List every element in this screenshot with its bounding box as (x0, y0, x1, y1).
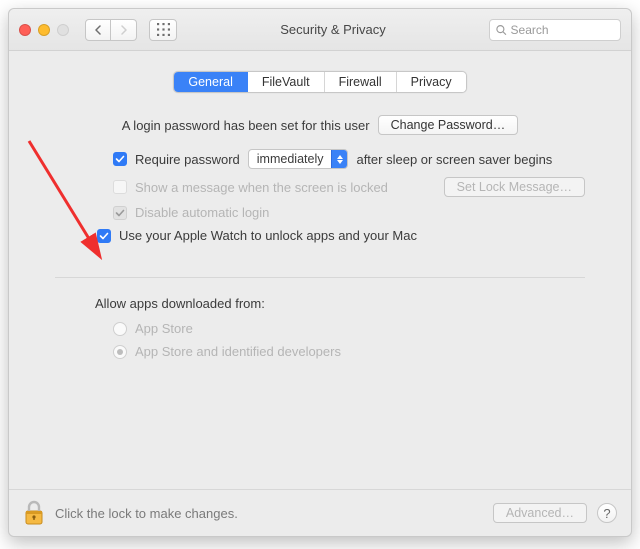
minimize-window-button[interactable] (38, 24, 50, 36)
apple-watch-checkbox[interactable] (97, 229, 111, 243)
apple-watch-label: Use your Apple Watch to unlock apps and … (119, 228, 417, 243)
forward-button (111, 19, 137, 41)
search-input[interactable] (511, 23, 614, 37)
allow-option-identified: App Store and identified developers (113, 344, 585, 359)
login-password-text: A login password has been set for this u… (122, 118, 370, 133)
require-password-delay-select[interactable]: immediately (248, 149, 349, 169)
require-password-label-after: after sleep or screen saver begins (356, 152, 552, 167)
require-password-label-before: Require password (135, 152, 240, 167)
require-password-row: Require password immediately after sleep… (113, 149, 585, 169)
tab-privacy[interactable]: Privacy (397, 72, 466, 92)
nav-buttons (85, 19, 137, 41)
disable-auto-login-checkbox (113, 206, 127, 220)
back-button[interactable] (85, 19, 111, 41)
chevron-right-icon (120, 25, 128, 35)
footer: Click the lock to make changes. Advanced… (9, 489, 631, 536)
help-button[interactable]: ? (597, 503, 617, 523)
change-password-button[interactable]: Change Password… (378, 115, 519, 135)
pane-body: General FileVault Firewall Privacy A log… (9, 51, 631, 489)
disable-auto-login-label: Disable automatic login (135, 205, 269, 220)
login-password-row: A login password has been set for this u… (55, 115, 585, 135)
show-message-row: Show a message when the screen is locked… (113, 177, 585, 197)
tab-general[interactable]: General (174, 72, 247, 92)
titlebar: Security & Privacy (9, 9, 631, 51)
tab-firewall[interactable]: Firewall (325, 72, 397, 92)
general-section: A login password has been set for this u… (55, 115, 585, 359)
allow-apps-title: Allow apps downloaded from: (95, 296, 585, 311)
require-password-checkbox[interactable] (113, 152, 127, 166)
radio-appstore-label: App Store (135, 321, 193, 336)
show-all-prefs-button[interactable] (149, 19, 177, 41)
radio-identified-developers (113, 345, 127, 359)
tab-bar: General FileVault Firewall Privacy (35, 71, 605, 93)
help-label: ? (603, 506, 610, 521)
close-window-button[interactable] (19, 24, 31, 36)
radio-appstore (113, 322, 127, 336)
show-message-label: Show a message when the screen is locked (135, 180, 388, 195)
lock-text: Click the lock to make changes. (55, 506, 238, 521)
preferences-window: Security & Privacy General FileVault Fir… (8, 8, 632, 537)
apple-watch-row: Use your Apple Watch to unlock apps and … (97, 228, 585, 243)
divider (55, 277, 585, 278)
tab-filevault[interactable]: FileVault (248, 72, 325, 92)
lock-icon[interactable] (23, 500, 45, 526)
allow-option-appstore: App Store (113, 321, 585, 336)
set-lock-message-button: Set Lock Message… (444, 177, 585, 197)
check-icon (99, 231, 109, 241)
require-password-delay-value: immediately (257, 152, 332, 166)
check-icon (115, 154, 125, 164)
allow-apps-block: Allow apps downloaded from: App Store Ap… (95, 296, 585, 359)
updown-arrows-icon (331, 150, 347, 168)
zoom-window-button (57, 24, 69, 36)
radio-identified-label: App Store and identified developers (135, 344, 341, 359)
check-icon (115, 208, 125, 218)
advanced-button: Advanced… (493, 503, 587, 523)
search-icon (496, 24, 507, 36)
grid-icon (157, 23, 170, 36)
window-title: Security & Privacy (187, 22, 479, 37)
window-controls (19, 24, 69, 36)
search-field-wrap[interactable] (489, 19, 621, 41)
disable-auto-login-row: Disable automatic login (113, 205, 585, 220)
show-message-checkbox (113, 180, 127, 194)
chevron-left-icon (94, 25, 102, 35)
